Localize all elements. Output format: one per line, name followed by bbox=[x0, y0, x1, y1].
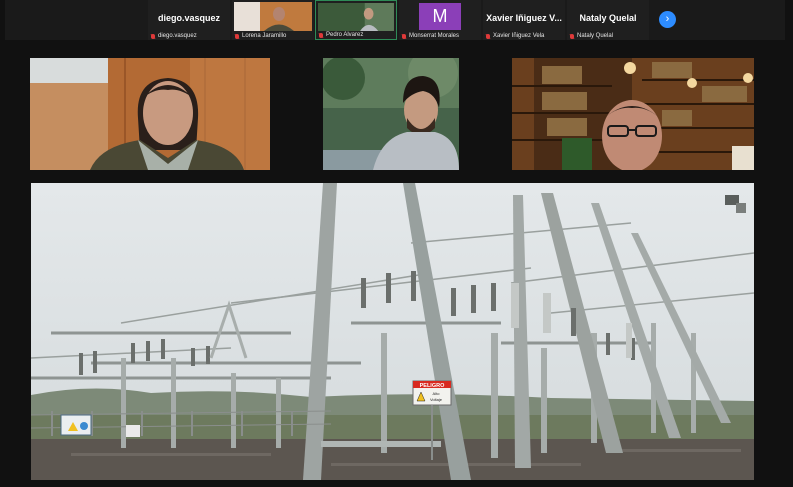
participant-name: Nataly Quelal bbox=[577, 33, 614, 39]
participant-name: diego.vasquez bbox=[158, 33, 197, 39]
mic-muted-icon bbox=[151, 33, 155, 39]
mic-muted-icon bbox=[570, 33, 574, 39]
participant-tile-monserrat[interactable]: M Monserrat Morales bbox=[399, 0, 481, 40]
participant-name: Pedro Alvarez bbox=[326, 32, 364, 38]
participant-tile-xavier[interactable]: Xavier Iñiguez V... Xavier Iñiguez Vela bbox=[483, 0, 565, 40]
video-feed-xavier[interactable] bbox=[512, 58, 754, 170]
danger-sign-line2: Alto bbox=[433, 391, 441, 396]
participant-tile-lorena[interactable]: Lorena Jaramillo bbox=[232, 0, 314, 40]
video-feed-pedro[interactable] bbox=[323, 58, 459, 170]
video-feed-lorena[interactable] bbox=[30, 58, 270, 170]
mic-muted-icon bbox=[402, 33, 406, 39]
next-page-button[interactable]: › bbox=[659, 11, 676, 28]
chevron-right-icon: › bbox=[665, 13, 670, 25]
participant-tile-diego[interactable]: diego.vasquez diego.vasquez bbox=[148, 0, 230, 40]
mic-muted-icon bbox=[486, 33, 490, 39]
participant-tile-nataly[interactable]: Nataly Quelal Nataly Quelal bbox=[567, 0, 649, 40]
mic-muted-icon bbox=[319, 32, 323, 38]
participant-name: Xavier Iñiguez Vela bbox=[493, 33, 545, 39]
participant-name-large: diego.vasquez bbox=[157, 13, 220, 23]
participant-name: Monserrat Morales bbox=[409, 33, 460, 39]
participant-thumbnail bbox=[234, 2, 312, 31]
participant-name-large: Xavier Iñiguez V... bbox=[486, 13, 562, 23]
participant-thumbnail bbox=[318, 3, 394, 32]
shared-screen-substation-photo: PELIGRO Alto Voltaje bbox=[31, 183, 754, 480]
participant-name: Lorena Jaramillo bbox=[242, 33, 287, 39]
avatar: M bbox=[419, 3, 461, 30]
danger-sign-line3: Voltaje bbox=[430, 397, 443, 402]
participant-name-large: Nataly Quelal bbox=[579, 13, 637, 23]
participant-tile-pedro[interactable]: Pedro Alvarez bbox=[315, 0, 397, 40]
danger-sign-title: PELIGRO bbox=[420, 383, 445, 389]
mic-muted-icon bbox=[235, 33, 239, 39]
participant-strip: diego.vasquez diego.vasquez Lorena Jaram… bbox=[5, 0, 785, 40]
